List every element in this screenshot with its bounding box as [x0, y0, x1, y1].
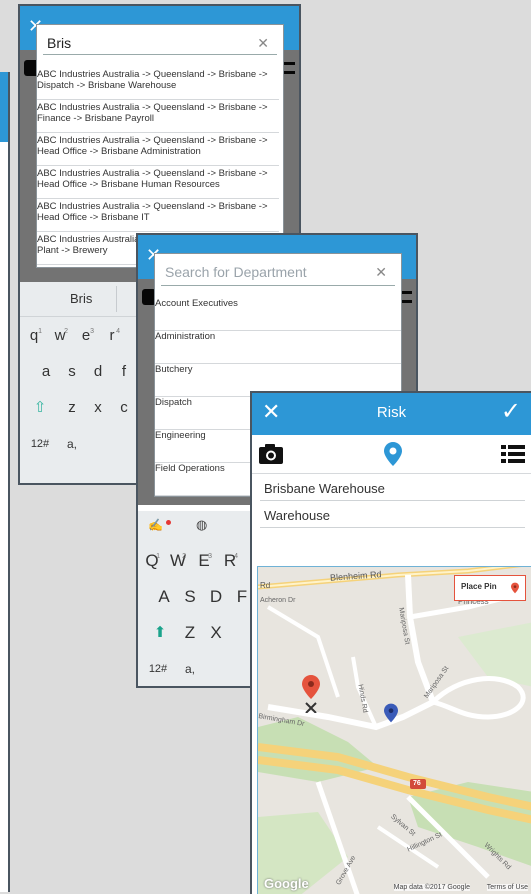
key-label: z: [68, 399, 76, 416]
key-label: 12#: [30, 438, 50, 450]
keyboard-key[interactable]: a: [34, 356, 58, 388]
keyboard-key[interactable]: a,: [60, 428, 84, 460]
keyboard-key[interactable]: Q1: [140, 545, 164, 577]
keyboard-key[interactable]: W2: [166, 545, 190, 577]
keyboard-key[interactable]: d: [86, 356, 110, 388]
handwriting-icon[interactable]: ✍: [148, 518, 163, 532]
google-logo: Google: [264, 876, 309, 891]
keyboard-key[interactable]: R4: [218, 545, 242, 577]
key-label: F: [236, 587, 248, 606]
terms-of-use-link[interactable]: Terms of Use: [486, 884, 528, 891]
key-label: d: [93, 363, 103, 380]
keyboard-key[interactable]: w2: [48, 320, 72, 352]
location-type-field[interactable]: Warehouse: [260, 505, 525, 528]
key-label: A: [158, 587, 170, 606]
department-search-input[interactable]: Search for Department ✕: [161, 260, 395, 286]
key-label: s: [68, 363, 76, 380]
shift-key[interactable]: ⬆: [146, 617, 174, 649]
keyboard-key[interactable]: e3: [74, 320, 98, 352]
key-label: f: [121, 363, 127, 380]
keyboard-key[interactable]: q1: [22, 320, 46, 352]
location-name-field[interactable]: Brisbane Warehouse: [260, 478, 525, 501]
search-result-item[interactable]: ABC Industries Australia -> Queensland -…: [37, 199, 279, 232]
keyboard-key[interactable]: f: [112, 356, 136, 388]
key-label: a,: [184, 662, 195, 676]
keyboard-key[interactable]: 12#: [22, 428, 58, 460]
key-number-hint: 1: [38, 328, 42, 335]
key-label: q: [29, 327, 39, 344]
risk-header: ✕ Risk ✓: [252, 393, 531, 435]
key-label: Z: [184, 623, 196, 642]
page-title: Risk: [376, 404, 407, 421]
map-attribution: Map data ©2017 Google: [393, 884, 470, 891]
key-number-hint: 4: [116, 328, 120, 335]
map-label-acheron: Acheron Dr: [260, 597, 296, 604]
search-result-item[interactable]: ABC Industries Australia -> Queensland -…: [37, 133, 279, 166]
keyboard-key[interactable]: 12#: [140, 653, 176, 685]
keyboard-key[interactable]: A: [152, 581, 176, 613]
location-pin-icon[interactable]: [384, 442, 402, 466]
key-label: a: [41, 363, 51, 380]
key-number-hint: 1: [156, 553, 160, 560]
keyboard-key[interactable]: S: [178, 581, 202, 613]
red-pin-icon: [511, 582, 519, 594]
key-number-hint: 2: [64, 328, 68, 335]
map-view[interactable]: Blenheim Rd Rd Acheron Dr Princess Marip…: [257, 566, 531, 894]
place-pin-label: Place Pin: [461, 582, 497, 591]
clear-search-icon[interactable]: ✕: [257, 31, 269, 55]
background-phone-edge: [0, 72, 10, 892]
shift-key[interactable]: ⇧: [26, 392, 54, 424]
department-item[interactable]: Account Executives: [155, 298, 401, 331]
keyboard-key[interactable]: D: [204, 581, 228, 613]
key-label: S: [184, 587, 196, 606]
department-item[interactable]: Administration: [155, 331, 401, 364]
keyboard-key[interactable]: z: [60, 392, 84, 424]
keyboard-key[interactable]: x: [86, 392, 110, 424]
suggestion-word[interactable]: Bris: [70, 291, 92, 306]
key-number-hint: 4: [234, 553, 238, 560]
key-label: X: [210, 623, 222, 642]
search-result-item[interactable]: ABC Industries Australia -> Queensland -…: [37, 100, 279, 133]
keyboard-key[interactable]: r4: [100, 320, 124, 352]
clear-search-icon[interactable]: ✕: [375, 260, 387, 284]
key-label: c: [120, 399, 128, 416]
key-label: D: [209, 587, 223, 606]
keyboard-key[interactable]: Z: [178, 617, 202, 649]
list-icon[interactable]: [501, 444, 525, 464]
search-placeholder: Search for Department: [165, 264, 307, 280]
place-pin-button[interactable]: Place Pin: [454, 575, 526, 601]
key-number-hint: 3: [90, 328, 94, 335]
keyboard-key[interactable]: s: [60, 356, 84, 388]
dragging-pin-icon[interactable]: [302, 675, 320, 713]
confirm-icon[interactable]: ✓: [501, 397, 521, 426]
key-number-hint: 2: [182, 553, 186, 560]
keyboard-key[interactable]: E3: [192, 545, 216, 577]
suggestion-divider: [116, 286, 117, 312]
search-text: Bris: [47, 35, 72, 51]
search-result-item[interactable]: ABC Industries Australia -> Queensland -…: [37, 67, 279, 100]
tab-bar: [252, 435, 531, 474]
key-label: e: [81, 327, 91, 344]
route-shield-label: 76: [413, 780, 421, 787]
key-label: r: [109, 327, 115, 344]
phone-screen-risk: ✕ Risk ✓ Brisbane Warehouse Warehouse Bl…: [250, 391, 531, 894]
current-location-pin-icon: [384, 703, 398, 723]
location-search-input[interactable]: Bris ✕: [43, 31, 277, 55]
keyboard-key[interactable]: X: [204, 617, 228, 649]
search-result-item[interactable]: ABC Industries Australia -> Queensland -…: [37, 166, 279, 199]
key-label: x: [94, 399, 102, 416]
background-phone-header: [0, 72, 8, 142]
map-label-rd: Rd: [260, 581, 271, 590]
record-indicator-icon: [166, 520, 171, 525]
key-label: a,: [66, 437, 77, 451]
globe-icon[interactable]: ◍: [196, 517, 207, 533]
key-number-hint: 3: [208, 553, 212, 560]
location-search-dropdown: Bris ✕ ABC Industries Australia -> Queen…: [36, 24, 284, 268]
keyboard-key[interactable]: a,: [178, 653, 202, 685]
camera-icon[interactable]: [258, 443, 284, 465]
keyboard-key[interactable]: c: [112, 392, 136, 424]
key-label: 12#: [148, 663, 168, 675]
